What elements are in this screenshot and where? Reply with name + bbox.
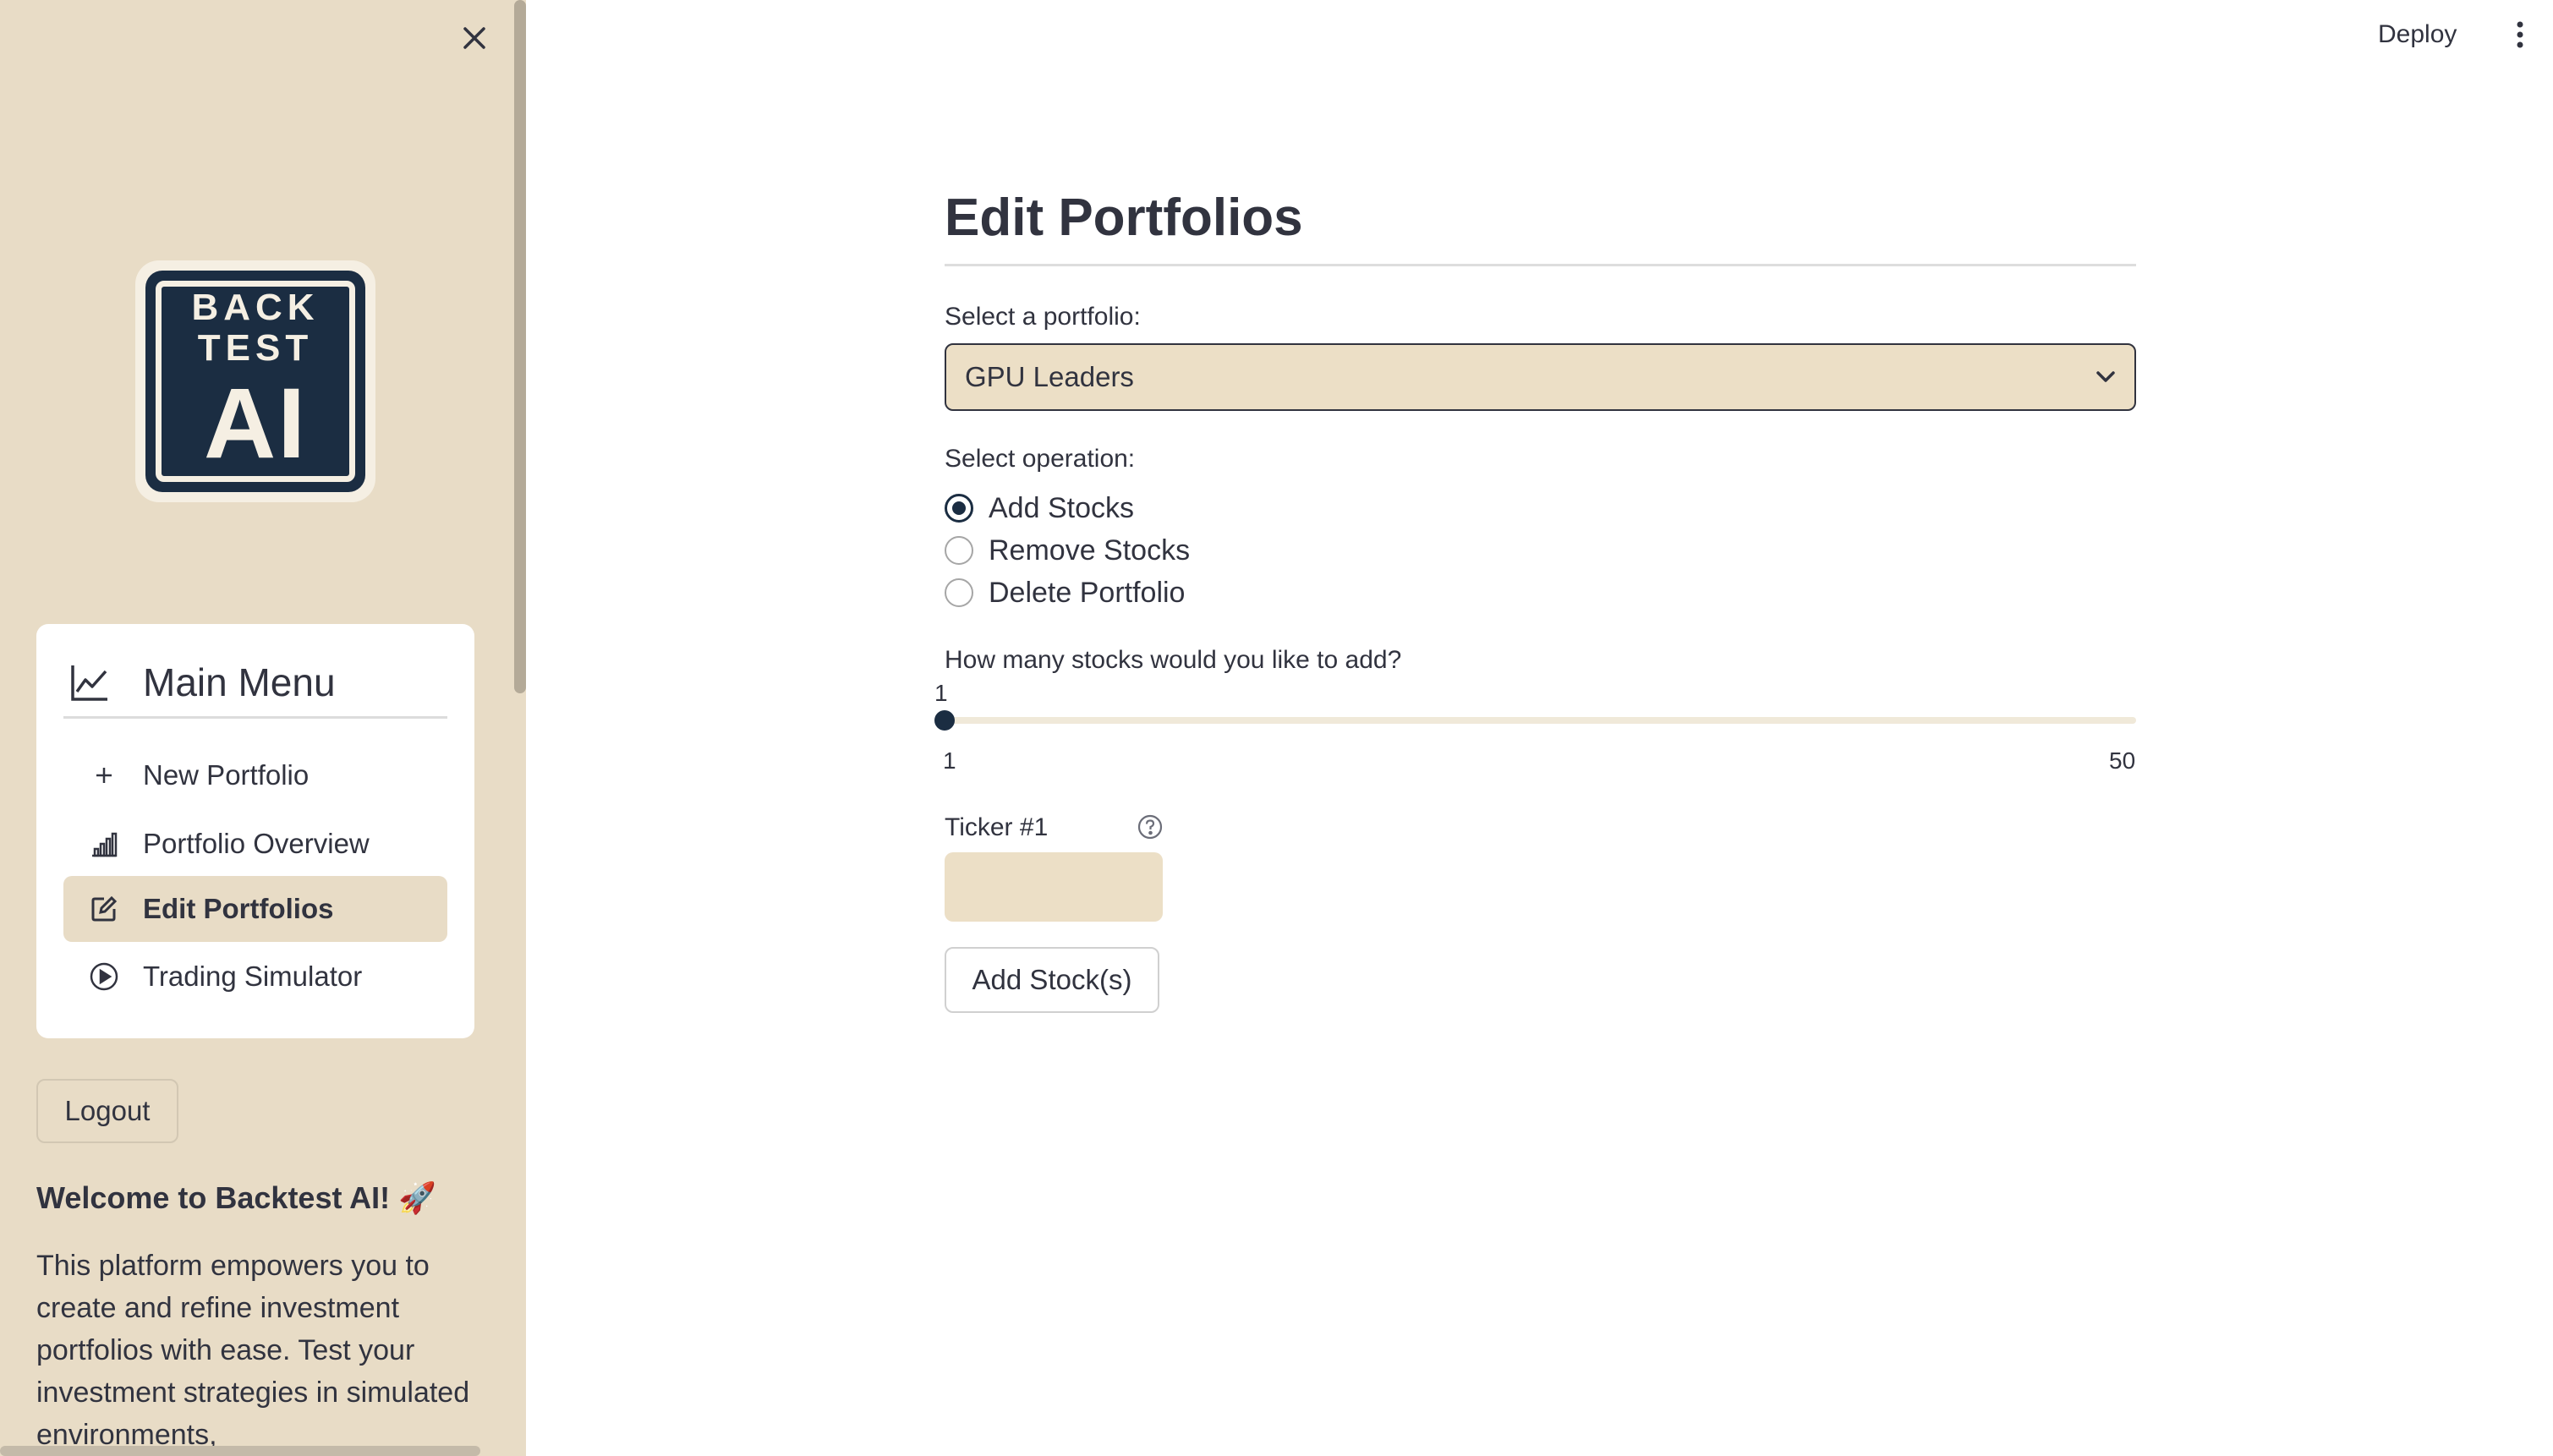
portfolio-select[interactable]: GPU Leaders [945,343,2136,411]
main-menu: Main Menu New Portfolio Portfolio Overvi… [36,624,474,1038]
menu-item-new-portfolio[interactable]: New Portfolio [63,742,447,808]
page-title: Edit Portfolios [945,189,1303,247]
logo-line-2: TEST [197,327,314,369]
help-icon[interactable] [1135,812,1165,842]
main-menu-title: Main Menu [143,660,336,704]
close-sidebar-button[interactable] [455,19,494,57]
ticker-label: Ticker #1 [945,813,1049,841]
welcome-title: Welcome to Backtest AI! 🚀 [36,1180,436,1215]
portfolio-select-label: Select a portfolio: [945,303,1141,331]
sidebar-scrollbar[interactable] [514,0,526,693]
slider-min-label: 1 [943,747,956,774]
close-icon [463,27,485,49]
radio-add-stocks[interactable]: Add Stocks [945,489,1134,528]
title-divider [945,264,2136,266]
radio-remove-stocks[interactable]: Remove Stocks [945,531,1190,570]
chevron-down-icon [2096,371,2115,382]
radio-button-checked[interactable] [945,494,973,523]
menu-item-label: Trading Simulator [143,961,363,992]
radio-label: Remove Stocks [989,534,1191,567]
kebab-menu-icon [2517,21,2523,48]
edit-icon [89,894,119,924]
menu-item-trading-simulator[interactable]: Trading Simulator [63,944,447,1010]
menu-item-edit-portfolios[interactable]: Edit Portfolios [63,876,447,942]
radio-label: Add Stocks [989,491,1134,524]
line-chart-icon [71,665,107,701]
slider-max-label: 50 [2109,747,2136,774]
sidebar: BACK TEST AI Main Menu New Portfolio Por… [0,0,526,1456]
bar-chart-icon [89,829,119,859]
plus-icon [89,760,119,791]
menu-item-label: New Portfolio [143,759,310,791]
stock-count-label: How many stocks would you like to add? [945,646,1402,674]
radio-label: Delete Portfolio [989,576,1186,609]
radio-button[interactable] [945,578,973,607]
logo-line-1: BACK [191,287,320,328]
ticker-input[interactable] [945,852,1163,922]
backtest-ai-logo: BACK TEST AI [135,260,375,502]
stock-count-slider-track[interactable] [945,717,2136,724]
play-circle-icon [89,961,119,992]
stock-count-slider-thumb[interactable] [934,710,955,731]
menu-item-label: Edit Portfolios [143,893,334,924]
sidebar-horizontal-scrollbar[interactable] [0,1446,480,1456]
radio-button[interactable] [945,536,973,565]
welcome-text: This platform empowers you to create and… [36,1250,470,1451]
main-menu-header: Main Menu [63,648,447,719]
deploy-button[interactable]: Deploy [2368,14,2467,56]
more-options-button[interactable] [2503,14,2537,56]
logo-line-3: AI [204,368,307,479]
logout-button[interactable]: Logout [36,1079,178,1143]
portfolio-select-value: GPU Leaders [965,361,1134,392]
radio-delete-portfolio[interactable]: Delete Portfolio [945,573,1185,612]
menu-item-portfolio-overview[interactable]: Portfolio Overview [63,811,447,877]
operation-label: Select operation: [945,445,1136,473]
slider-current-value: 1 [934,680,948,706]
menu-item-label: Portfolio Overview [143,828,370,859]
add-stocks-button[interactable]: Add Stock(s) [945,947,1159,1013]
